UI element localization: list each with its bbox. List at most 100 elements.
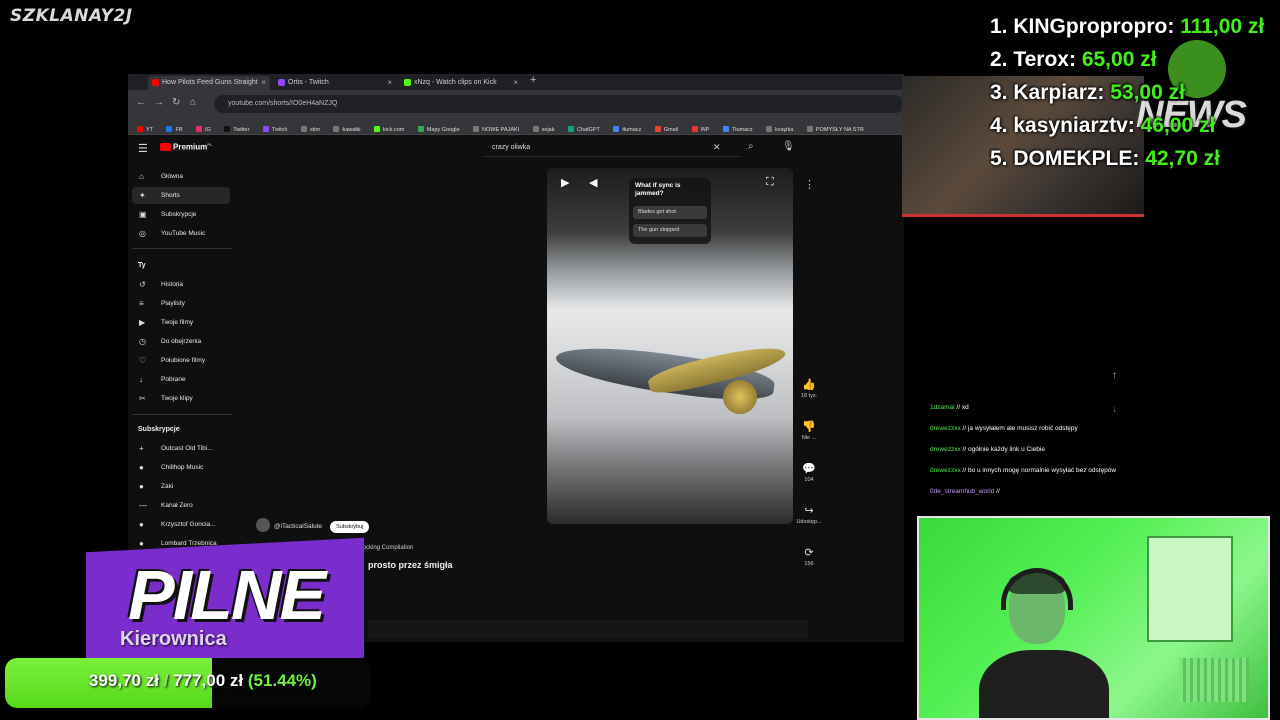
poll-question: What if sync is jammed? — [635, 182, 681, 197]
close-tab-icon[interactable]: × — [387, 76, 392, 90]
channel-name: Zaki — [161, 483, 174, 490]
sidebar-item-label: Główna — [161, 173, 184, 180]
bookmark[interactable]: Twitch — [263, 122, 288, 134]
close-tab-icon[interactable]: × — [513, 76, 518, 90]
bookmark[interactable]: Mapy Google — [418, 122, 460, 134]
music-icon: ◎ — [139, 229, 146, 238]
sidebar-item-subscriptions[interactable]: ▣ Subskrypcje — [132, 206, 230, 223]
video-caption: prosto przez śmigła — [368, 560, 453, 570]
comment-count: 104 — [804, 477, 814, 483]
chat-message: drewezzxx // ja wysyłałem ale musisz rob… — [930, 425, 1078, 432]
clear-search-icon[interactable]: ✕ — [713, 142, 721, 153]
bookmark[interactable]: NOWE PAJAKI — [473, 122, 519, 134]
donation-amount: 46,00 zł — [1140, 114, 1216, 137]
chat-separator: // — [962, 425, 967, 432]
region-code: PL — [207, 142, 213, 147]
arrow-down-icon[interactable]: ↓ — [1112, 404, 1117, 415]
bookmark[interactable]: sejak — [533, 122, 555, 134]
close-tab-icon[interactable]: × — [261, 76, 266, 90]
sidebar-item-home[interactable]: ⌂ Główna — [132, 168, 230, 185]
sidebar-item-watch-later[interactable]: ◷ Do obejrzenia — [132, 333, 230, 350]
url-input[interactable]: youtube.com/shorts/IO0eH4aNZJQ — [214, 95, 904, 113]
bookmark[interactable]: Tłumacz — [723, 122, 753, 134]
chat-separator: // — [962, 467, 967, 474]
twitch-favicon-icon — [278, 79, 285, 86]
poll-option[interactable]: Blades get shot — [633, 206, 707, 219]
comments-button[interactable]: 💬 104 — [794, 462, 824, 483]
breaking-label: PILNE — [128, 556, 326, 634]
sidebar-item-liked[interactable]: ♡ Polubione filmy — [132, 352, 230, 369]
share-icon: ↪ — [804, 505, 814, 517]
channel-watermark: SZKLANAY2J — [10, 6, 133, 26]
divider — [132, 414, 232, 415]
you-heading[interactable]: Ty — [138, 262, 146, 269]
leaderboard-row: 4. kasyniarztv: 46,00 zł — [990, 109, 1215, 142]
tab-title: Ortis - Twitch — [288, 79, 329, 86]
new-tab-icon[interactable]: + — [530, 74, 536, 86]
subscription-channel[interactable]: ● Chillhop Music — [132, 459, 230, 476]
bookmark[interactable]: stim — [301, 122, 320, 134]
channel-name: Chillhop Music — [161, 464, 204, 471]
subscription-channel[interactable]: + Outcast Old Tibi... — [132, 440, 230, 457]
home-icon[interactable]: ⌂ — [190, 97, 196, 108]
hamburger-menu-icon[interactable]: ☰ — [138, 142, 148, 155]
sidebar-item-your-videos[interactable]: ▶ Twoje filmy — [132, 314, 230, 331]
sidebar-item-label: Do obejrzenia — [161, 338, 202, 345]
sidebar-item-music[interactable]: ◎ YouTube Music — [132, 225, 230, 242]
sidebar-item-history[interactable]: ↺ Historia — [132, 276, 230, 293]
bookmark[interactable]: tłumacz — [613, 122, 641, 134]
subscription-channel[interactable]: ● Zaki — [132, 478, 230, 495]
rank: 4. — [990, 114, 1008, 137]
microphone-icon[interactable]: 🎙 — [782, 141, 795, 152]
reload-icon[interactable]: ↻ — [172, 97, 180, 108]
youtube-logo[interactable]: PremiumPL — [160, 142, 212, 152]
bookmark[interactable]: ChatGPT — [568, 122, 600, 134]
like-icon: ♡ — [139, 356, 147, 365]
fullscreen-icon[interactable]: ⛶ — [766, 176, 774, 189]
like-count: 18 tys. — [800, 393, 818, 399]
back-icon[interactable]: ← — [136, 97, 146, 108]
remix-icon: ⟳ — [804, 547, 814, 559]
shorts-player[interactable]: ▶ ◀ ⛶ What if sync is jammed? Blades get… — [547, 168, 793, 524]
bookmark[interactable]: WP — [692, 122, 710, 134]
sidebar-item-clips[interactable]: ✂ Twoje klipy — [132, 390, 230, 407]
sidebar-item-shorts[interactable]: ✦ Shorts — [132, 187, 230, 204]
sidebar-item-playlists[interactable]: ≡ Playlisty — [132, 295, 230, 312]
forward-icon[interactable]: → — [154, 97, 164, 108]
subscription-channel[interactable]: ● Krzysztof Goncia... — [132, 516, 230, 533]
arrow-up-icon[interactable]: ↑ — [1112, 370, 1117, 381]
sidebar-item-label: YouTube Music — [161, 230, 206, 237]
tab-youtube[interactable]: How Pilots Feed Guns Straight × — [148, 76, 270, 90]
subscription-channel[interactable]: — Kanał Zero — [132, 497, 230, 514]
bookmark[interactable]: książka — [766, 122, 793, 134]
headset-icon — [1001, 568, 1073, 610]
subscribe-button[interactable]: Subskrybuj — [330, 521, 370, 533]
dislike-button[interactable]: 👎 Nie ... — [794, 420, 824, 441]
bookmark[interactable]: POMYSŁY NA STR — [807, 122, 864, 134]
bookmark[interactable]: kawałki — [333, 122, 360, 134]
tab-kick[interactable]: xNzq - Watch clips on Kick × — [400, 76, 522, 90]
channel-handle[interactable]: @iTacticalSalute — [274, 523, 322, 530]
share-button[interactable]: ↪ Udostęp... — [794, 504, 824, 525]
search-icon[interactable]: ⌕ — [748, 141, 754, 152]
play-icon[interactable]: ▶ — [561, 176, 569, 189]
volume-icon[interactable]: ◀ — [589, 176, 597, 189]
more-options-icon[interactable]: ⋮ — [804, 178, 815, 191]
room-window — [1147, 536, 1233, 642]
tab-title: How Pilots Feed Guns Straight — [162, 79, 258, 86]
channel-avatar-icon: ● — [139, 520, 144, 529]
goal-current: 399,70 zł — [89, 671, 159, 690]
poll-option[interactable]: The gun stopped — [633, 224, 707, 237]
sidebar-item-label: Polubione filmy — [161, 357, 206, 364]
avatar[interactable] — [256, 518, 270, 532]
sidebar-item-downloads[interactable]: ↓ Pobrane — [132, 371, 230, 388]
like-button[interactable]: 👍 18 tys. — [794, 378, 824, 399]
search-input[interactable]: crazy oliwka — [484, 139, 740, 157]
bookmark[interactable]: kick.com — [374, 122, 404, 134]
youtube-brand: Premium — [173, 142, 208, 152]
chat-username: drewezzxx — [930, 446, 961, 453]
subscriptions-heading[interactable]: Subskrypcje — [138, 426, 180, 433]
bookmark[interactable]: Gmail — [655, 122, 678, 134]
remix-button[interactable]: ⟳ 156 — [794, 546, 824, 567]
tab-twitch[interactable]: Ortis - Twitch × — [274, 76, 396, 90]
